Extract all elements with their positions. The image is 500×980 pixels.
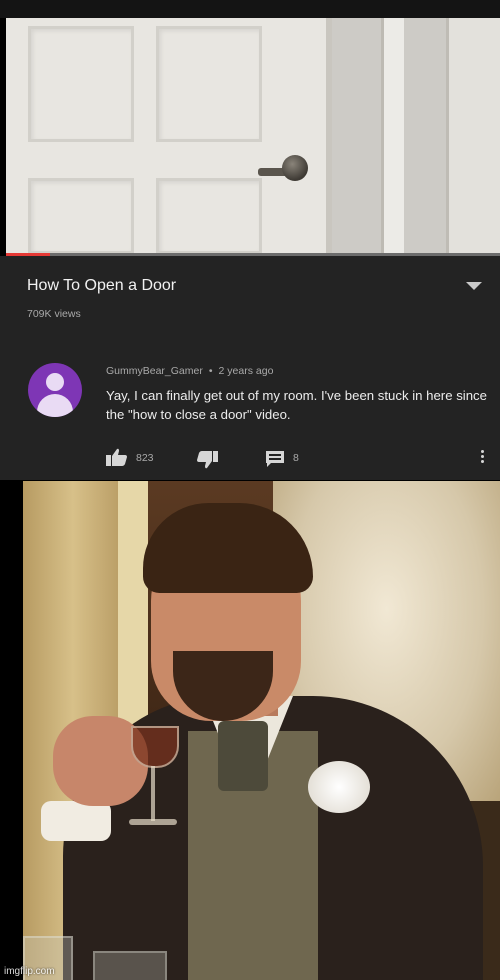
chevron-down-icon[interactable] — [466, 282, 482, 290]
door-knob — [282, 155, 308, 181]
video-player[interactable] — [6, 18, 500, 256]
video-title: How To Open a Door — [27, 277, 177, 294]
video-info-panel: How To Open a Door 709K views GummyBear_… — [0, 256, 500, 480]
meme-tie — [218, 721, 268, 791]
like-count: 823 — [136, 452, 154, 464]
door-panel — [156, 178, 262, 254]
thumbs-down-icon[interactable] — [196, 451, 218, 474]
comment-text: Yay, I can finally get out of my room. I… — [106, 388, 487, 422]
comment-meta: GummyBear_Gamer • 2 years ago — [106, 365, 273, 377]
comment-time: 2 years ago — [218, 365, 274, 377]
door-panel — [28, 178, 134, 254]
top-bar — [0, 0, 500, 18]
meme-glass-base — [129, 819, 177, 825]
meta-separator: • — [208, 365, 213, 377]
door-panel — [28, 26, 134, 142]
more-options-icon[interactable] — [481, 450, 485, 465]
reply-icon[interactable] — [265, 450, 285, 473]
thumbs-up-icon[interactable] — [106, 448, 128, 471]
video-door — [6, 18, 332, 256]
meme-glass-stem — [151, 766, 155, 821]
reply-count: 8 — [293, 452, 299, 464]
comment-username[interactable]: GummyBear_Gamer — [106, 365, 203, 377]
watermark: imgflip.com — [4, 966, 55, 977]
door-frame — [446, 18, 500, 256]
avatar-head — [46, 373, 64, 391]
meme-cuff — [41, 801, 111, 841]
avatar[interactable] — [28, 363, 82, 417]
meme-flower — [308, 761, 370, 813]
avatar-body — [37, 394, 73, 417]
door-frame — [381, 18, 404, 256]
view-count: 709K views — [27, 308, 81, 320]
meme-wine-glass — [131, 726, 179, 768]
meme-table-glass — [93, 951, 167, 980]
door-panel — [156, 26, 262, 142]
comment-actions: 823 8 — [0, 444, 500, 472]
meme-image — [23, 481, 500, 980]
